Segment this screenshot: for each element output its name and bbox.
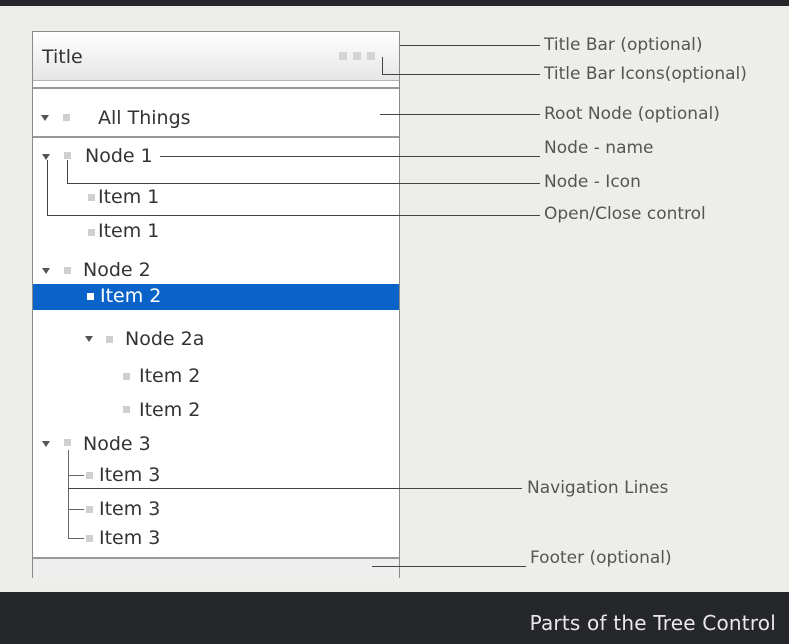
- node-label[interactable]: Node 2: [83, 259, 151, 281]
- title-separator: [33, 87, 399, 89]
- navigation-line: [68, 450, 69, 539]
- item-icon: [87, 293, 94, 300]
- leader-line: [67, 160, 68, 183]
- leader-line: [372, 566, 526, 567]
- expand-triangle-icon[interactable]: [42, 268, 50, 274]
- tree-control: Title All Things Node 1 Item 1 Item 1 No…: [32, 31, 400, 579]
- window-control-icon[interactable]: [367, 52, 375, 60]
- label-title-bar-icons: Title Bar Icons(optional): [544, 64, 747, 84]
- navigation-line: [68, 538, 84, 539]
- label-node-name: Node - name: [544, 138, 654, 158]
- label-navigation-lines: Navigation Lines: [527, 478, 669, 498]
- item-label[interactable]: Item 2: [139, 399, 200, 421]
- expand-triangle-icon[interactable]: [42, 441, 50, 447]
- leader-line: [380, 114, 540, 115]
- leader-line: [382, 57, 383, 74]
- diagram-caption: Parts of the Tree Control: [529, 611, 776, 635]
- node-icon: [64, 439, 71, 446]
- root-separator: [33, 136, 399, 138]
- item-icon: [123, 406, 130, 413]
- item-label[interactable]: Item 1: [98, 186, 159, 208]
- window-control-icon[interactable]: [353, 52, 361, 60]
- node-icon: [106, 336, 113, 343]
- item-icon: [86, 535, 93, 542]
- item-icon: [86, 506, 93, 513]
- leader-line: [47, 215, 540, 216]
- item-label[interactable]: Item 3: [99, 498, 160, 520]
- window-control-icon[interactable]: [339, 52, 347, 60]
- top-border: [0, 0, 789, 6]
- item-icon: [86, 472, 93, 479]
- navigation-line: [68, 475, 84, 476]
- node-label[interactable]: Node 3: [83, 433, 151, 455]
- node-label[interactable]: Node 2a: [125, 328, 204, 350]
- label-open-close: Open/Close control: [544, 204, 706, 224]
- leader-line: [160, 156, 540, 157]
- node-label[interactable]: Node 1: [85, 145, 153, 167]
- node-icon: [63, 114, 70, 121]
- item-icon: [88, 229, 95, 236]
- expand-triangle-icon[interactable]: [85, 336, 93, 342]
- leader-line: [47, 160, 48, 215]
- leader-line: [382, 74, 540, 75]
- item-label[interactable]: Item 2: [139, 365, 200, 387]
- label-footer: Footer (optional): [530, 548, 672, 568]
- navigation-line: [68, 509, 84, 510]
- title-bar: Title: [33, 32, 399, 81]
- item-label[interactable]: Item 3: [99, 464, 160, 486]
- expand-triangle-icon[interactable]: [42, 154, 50, 160]
- caption-band: Parts of the Tree Control: [0, 592, 789, 644]
- leader-line: [400, 45, 540, 46]
- leader-line: [68, 488, 522, 489]
- tree-footer: [33, 557, 399, 579]
- item-label-selected[interactable]: Item 2: [100, 285, 161, 307]
- tree-title: Title: [42, 46, 83, 68]
- item-icon: [88, 194, 95, 201]
- item-label[interactable]: Item 1: [98, 220, 159, 242]
- root-node-label[interactable]: All Things: [98, 107, 191, 129]
- node-icon: [64, 152, 71, 159]
- expand-triangle-icon[interactable]: [41, 115, 49, 121]
- item-label[interactable]: Item 3: [99, 527, 160, 549]
- label-title-bar: Title Bar (optional): [544, 35, 703, 55]
- item-icon: [123, 373, 130, 380]
- label-node-icon: Node - Icon: [544, 172, 641, 192]
- leader-line: [67, 183, 540, 184]
- label-root-node: Root Node (optional): [544, 104, 720, 124]
- node-icon: [64, 267, 71, 274]
